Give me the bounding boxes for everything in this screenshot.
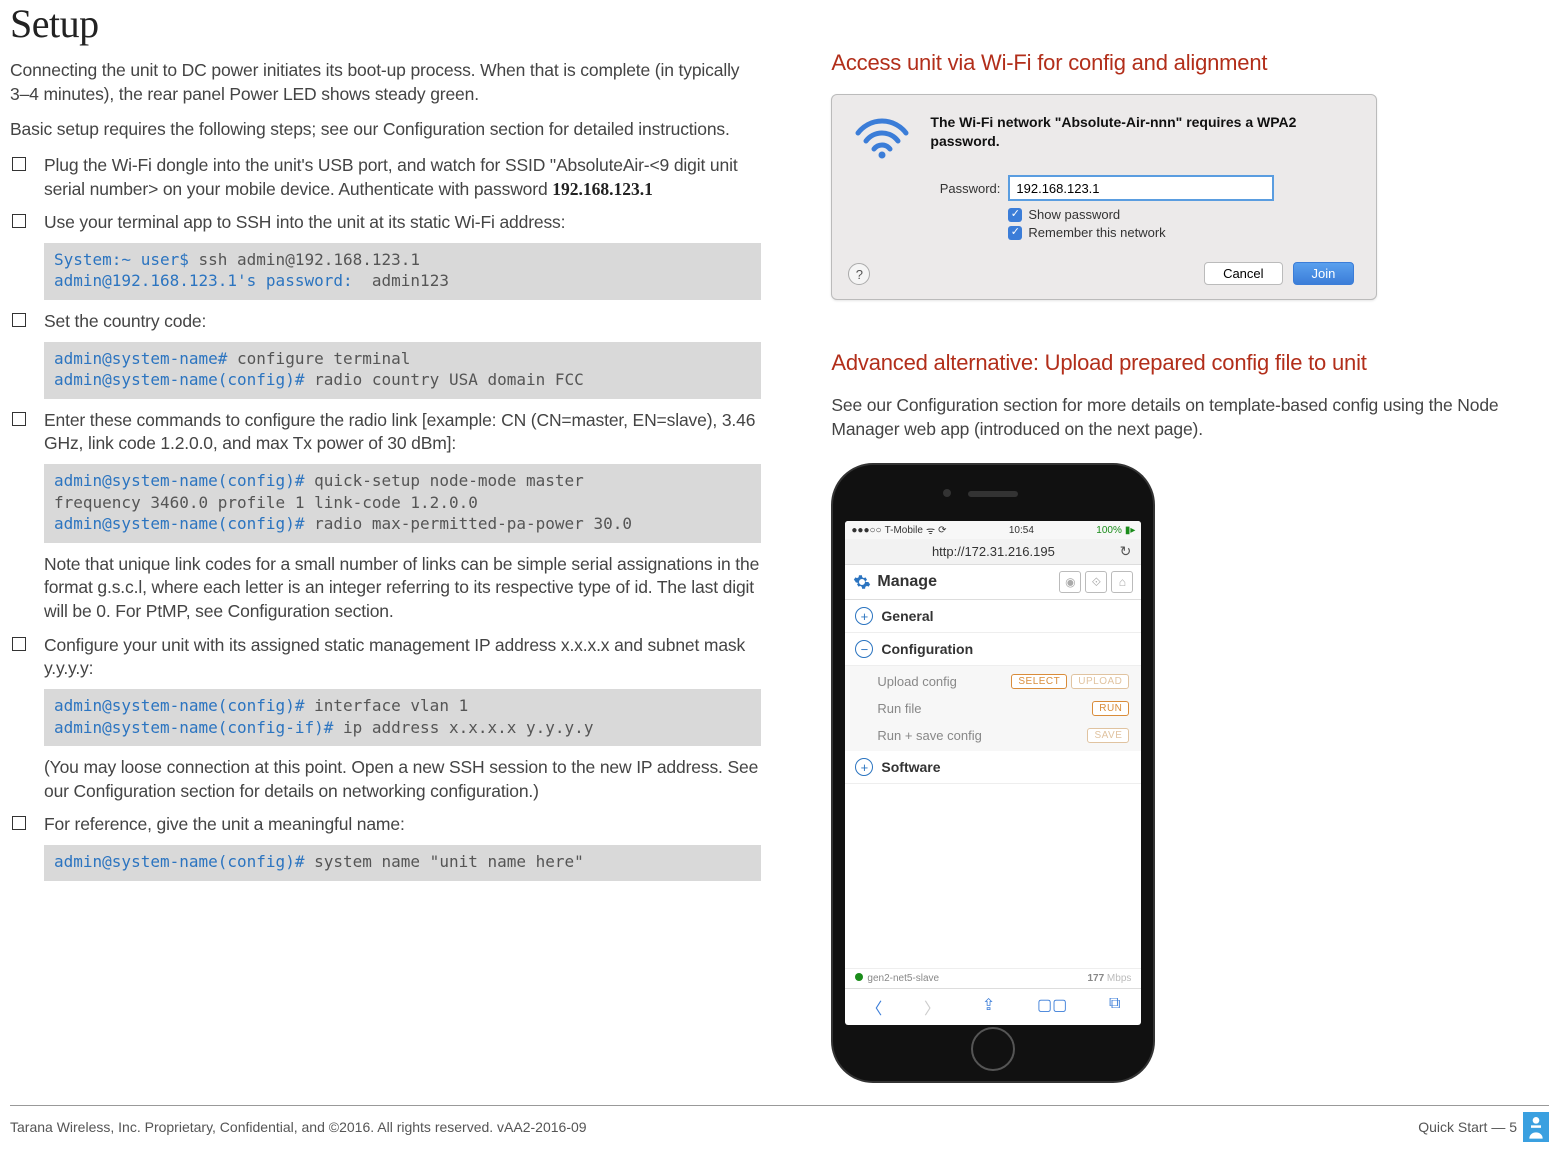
step-5-note: (You may loose connection at this point.… — [44, 756, 761, 803]
rss-icon[interactable]: ◉ — [1059, 571, 1081, 593]
wifi-status-icon: ᯤ — [926, 523, 935, 537]
person-icon — [1523, 1112, 1549, 1142]
carrier-label: T-Mobile — [885, 525, 923, 536]
step-6-text: For reference, give the unit a meaningfu… — [44, 813, 761, 837]
share-icon[interactable]: ⇪ — [982, 995, 995, 1019]
node-status-footer: gen2-net5-slave 177 Mbps — [845, 968, 1141, 988]
url-text: http://172.31.216.195 — [932, 544, 1055, 559]
show-password-checkbox[interactable]: ✓ — [1008, 208, 1022, 222]
forward-icon[interactable]: 〉 — [924, 995, 940, 1019]
remember-network-checkbox[interactable]: ✓ — [1008, 226, 1022, 240]
code-quicksetup: admin@system-name(config)# quick-setup n… — [44, 464, 761, 543]
manage-title: Manage — [877, 573, 937, 591]
save-button[interactable]: SAVE — [1087, 728, 1129, 743]
step-3-text: Set the country code: — [44, 310, 761, 334]
wifi-join-dialog: The Wi-Fi network "Absolute-Air-nnn" req… — [831, 94, 1377, 300]
step-4-note: Note that unique link codes for a small … — [44, 553, 761, 624]
page-title: Setup — [10, 0, 761, 47]
code-country: admin@system-name# configure terminal ad… — [44, 342, 761, 399]
status-dot-icon — [855, 973, 863, 981]
phone-status-bar: ●●●○○ T-Mobile ᯤ ⟳ 10:54 100% ▮▸ — [845, 521, 1141, 539]
show-password-label: Show password — [1028, 207, 1120, 222]
home-icon[interactable]: ⌂ — [1111, 571, 1133, 593]
section-configuration[interactable]: − Configuration — [845, 633, 1141, 666]
signal-icon: ●●●○○ — [851, 525, 881, 536]
battery-label: 100% — [1096, 525, 1122, 536]
run-save-row: Run + save config SAVE — [845, 722, 1141, 749]
intro-paragraph-1: Connecting the unit to DC power initiate… — [10, 59, 761, 106]
password-input[interactable] — [1008, 175, 1274, 201]
bookmarks-icon[interactable]: ▢▢ — [1037, 995, 1067, 1019]
wifi-icon — [854, 113, 910, 161]
upload-button[interactable]: UPLOAD — [1071, 674, 1129, 689]
phone-mockup: ●●●○○ T-Mobile ᯤ ⟳ 10:54 100% ▮▸ http://… — [831, 463, 1155, 1083]
advanced-paragraph: See our Configuration section for more d… — [831, 394, 1539, 441]
select-button[interactable]: SELECT — [1011, 674, 1067, 689]
reload-icon[interactable]: ↻ — [1120, 543, 1132, 560]
battery-icon: ▮▸ — [1125, 525, 1136, 536]
footer-copyright: Tarana Wireless, Inc. Proprietary, Confi… — [10, 1119, 587, 1135]
section-wifi-access: Access unit via Wi-Fi for config and ali… — [831, 50, 1539, 76]
expand-icon: + — [855, 607, 873, 625]
password-label: Password: — [930, 181, 1008, 196]
step-1-text: Plug the Wi-Fi dongle into the unit's US… — [44, 154, 761, 201]
code-ssh: System:~ user$ ssh admin@192.168.123.1 a… — [44, 243, 761, 300]
step-5-text: Configure your unit with its assigned st… — [44, 634, 761, 681]
loading-icon: ⟳ — [938, 525, 946, 536]
home-button[interactable] — [971, 1027, 1015, 1071]
wifi-dialog-message: The Wi-Fi network "Absolute-Air-nnn" req… — [930, 113, 1354, 151]
back-icon[interactable]: 〈 — [866, 995, 882, 1019]
node-name: gen2-net5-slave — [867, 973, 939, 984]
browser-toolbar: 〈 〉 ⇪ ▢▢ ⧉ — [845, 988, 1141, 1025]
remember-network-label: Remember this network — [1028, 225, 1165, 240]
step-4-text: Enter these commands to configure the ra… — [44, 409, 761, 456]
tabs-icon[interactable]: ⧉ — [1109, 995, 1120, 1019]
time-label: 10:54 — [1009, 525, 1034, 536]
cancel-button[interactable]: Cancel — [1204, 262, 1282, 285]
section-advanced-upload: Advanced alternative: Upload prepared co… — [831, 350, 1539, 376]
throughput-unit: Mbps — [1104, 973, 1131, 984]
signal-strength-icon[interactable]: ⟐ — [1085, 571, 1107, 593]
browser-url-bar[interactable]: http://172.31.216.195 ↻ — [845, 539, 1141, 565]
run-button[interactable]: RUN — [1092, 701, 1129, 716]
run-file-row: Run file RUN — [845, 695, 1141, 722]
default-ip: 192.168.123.1 — [552, 179, 653, 199]
section-general[interactable]: + General — [845, 600, 1141, 633]
expand-icon: + — [855, 758, 873, 776]
collapse-icon: − — [855, 640, 873, 658]
gear-icon — [853, 573, 871, 591]
join-button[interactable]: Join — [1293, 262, 1355, 285]
code-interface: admin@system-name(config)# interface vla… — [44, 689, 761, 746]
upload-config-row: Upload config SELECT UPLOAD — [845, 668, 1141, 695]
intro-paragraph-2: Basic setup requires the following steps… — [10, 118, 761, 142]
code-systemname: admin@system-name(config)# system name "… — [44, 845, 761, 881]
section-software[interactable]: + Software — [845, 751, 1141, 784]
throughput-value: 177 — [1087, 973, 1104, 984]
step-2-text: Use your terminal app to SSH into the un… — [44, 211, 761, 235]
footer-page-label: Quick Start — 5 — [1418, 1119, 1517, 1135]
